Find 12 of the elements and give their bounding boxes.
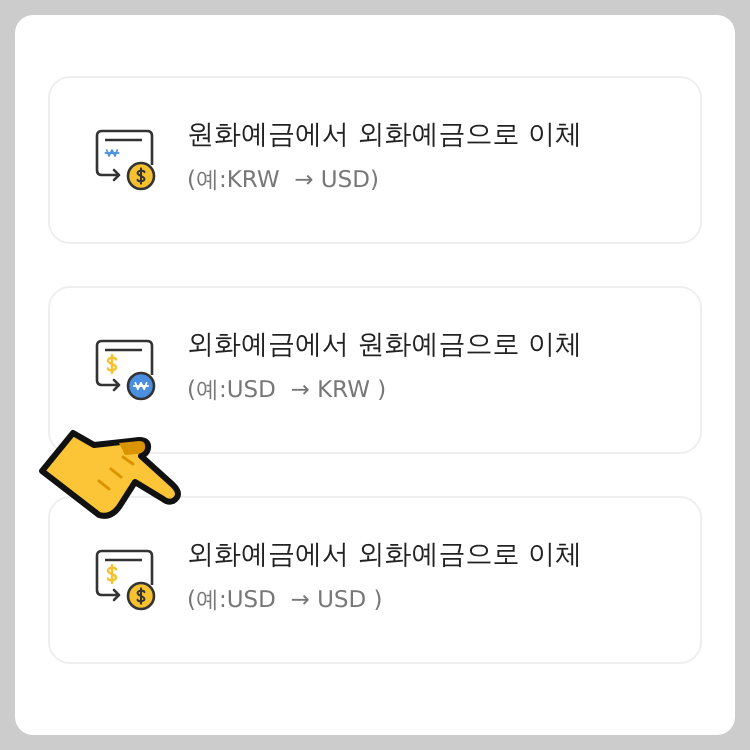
won-to-dollar-transfer-icon bbox=[95, 129, 157, 191]
option-title: 외화예금에서 원화예금으로 이체 bbox=[187, 328, 582, 362]
option-example: (예:USD → KRW ) bbox=[187, 376, 388, 405]
option-title: 외화예금에서 외화예금으로 이체 bbox=[187, 538, 582, 572]
transfer-option-card[interactable]: 외화예금에서 외화예금으로 이체 (예:USD → USD ) bbox=[48, 496, 702, 664]
dollar-to-dollar-transfer-icon bbox=[95, 549, 157, 611]
option-title: 원화예금에서 외화예금으로 이체 bbox=[187, 118, 582, 152]
transfer-option-card[interactable]: 외화예금에서 원화예금으로 이체 (예:USD → KRW ) bbox=[48, 286, 702, 454]
transfer-option-card[interactable]: 원화예금에서 외화예금으로 이체 (예:KRW → USD) bbox=[48, 76, 702, 244]
option-example: (예:USD → USD ) bbox=[187, 586, 384, 615]
dollar-to-won-transfer-icon bbox=[95, 339, 157, 401]
option-example: (예:KRW → USD) bbox=[187, 166, 380, 195]
